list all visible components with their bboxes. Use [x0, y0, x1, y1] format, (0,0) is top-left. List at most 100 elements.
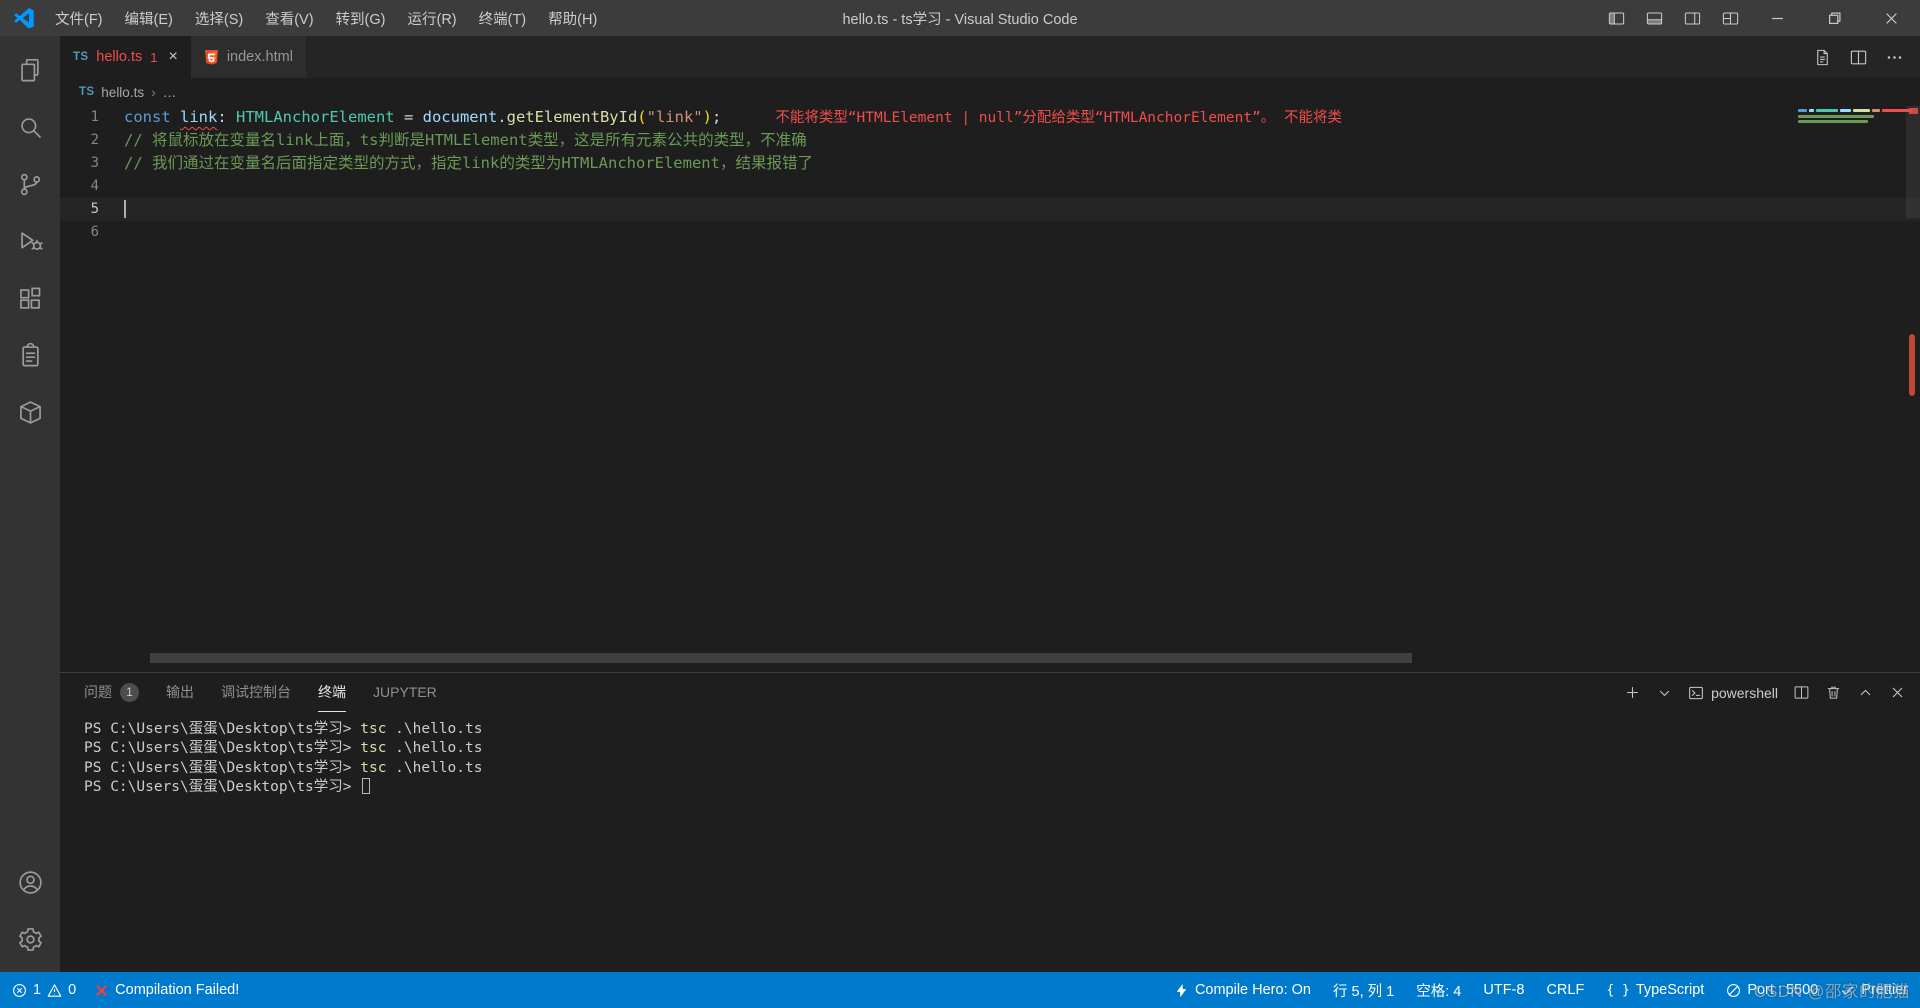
- menu-view[interactable]: 查看(V): [254, 0, 324, 36]
- account-icon: [18, 871, 42, 894]
- open-preview-icon[interactable]: [1813, 48, 1832, 67]
- terminal-toolbar: powershell: [1624, 673, 1906, 712]
- vertical-scrollbar[interactable]: [1906, 106, 1920, 218]
- terminal-icon: [1689, 686, 1703, 699]
- cursor-position[interactable]: 行 5, 列 1: [1333, 980, 1394, 1001]
- close-window-button[interactable]: [1863, 0, 1920, 36]
- prettier-status[interactable]: Prettier: [1840, 982, 1908, 998]
- activity-item-source-control[interactable]: [0, 156, 60, 213]
- live-server-port[interactable]: Port : 5500: [1726, 982, 1818, 998]
- activity-item-extensions[interactable]: [0, 270, 60, 327]
- line-number[interactable]: 3: [60, 152, 124, 175]
- menu-help[interactable]: 帮助(H): [537, 0, 608, 36]
- tab-hello-ts[interactable]: TS hello.ts 1 ×: [60, 36, 191, 78]
- indentation[interactable]: 空格: 4: [1416, 980, 1461, 1001]
- activity-item-package[interactable]: [0, 384, 60, 441]
- close-tab-icon[interactable]: ×: [168, 49, 177, 65]
- tab-error-badge: 1: [150, 49, 158, 65]
- extensions-icon: [19, 287, 40, 309]
- terminal-launch-dropdown-icon[interactable]: [1656, 684, 1673, 701]
- toggle-panel-icon[interactable]: [1635, 0, 1673, 36]
- activity-item-settings[interactable]: [0, 911, 60, 968]
- activity-item-search[interactable]: [0, 99, 60, 156]
- panel-tab-problems[interactable]: 问题 1: [84, 673, 139, 712]
- code-lines: 1 const link: HTMLAnchorElement = documen…: [60, 106, 1920, 244]
- minimap[interactable]: [1796, 106, 1912, 276]
- compilation-status[interactable]: Compilation Failed!: [94, 982, 239, 998]
- panel-tab-bar: 问题 1 输出 调试控制台 终端 JUPYTER powershell: [60, 673, 1920, 712]
- customize-layout-icon[interactable]: [1711, 0, 1749, 36]
- clipboard-icon: [21, 342, 39, 367]
- terminal-line: PS C:\Users\蛋蛋\Desktop\ts学习> tsc .\hello…: [84, 721, 483, 737]
- more-actions-icon[interactable]: [1885, 48, 1904, 67]
- code-line-4[interactable]: 4: [60, 175, 1920, 198]
- terminal-line: PS C:\Users\蛋蛋\Desktop\ts学习>: [84, 778, 1920, 797]
- panel-tab-terminal[interactable]: 终端: [318, 673, 346, 712]
- panel-tab-output[interactable]: 输出: [166, 673, 194, 712]
- maximize-panel-icon[interactable]: [1857, 684, 1874, 701]
- minimize-button[interactable]: [1749, 0, 1806, 36]
- problems-summary[interactable]: 1 0: [12, 982, 76, 998]
- breadcrumb-symbol[interactable]: …: [163, 85, 177, 100]
- line-number[interactable]: 6: [60, 221, 124, 244]
- horizontal-scrollbar[interactable]: [150, 653, 1412, 663]
- menu-selection[interactable]: 选择(S): [184, 0, 254, 36]
- panel-tab-jupyter[interactable]: JUPYTER: [373, 673, 437, 712]
- new-terminal-icon[interactable]: [1624, 684, 1641, 701]
- menu-bar: 文件(F) 编辑(E) 选择(S) 查看(V) 转到(G) 运行(R) 终端(T…: [44, 0, 608, 36]
- problems-count-badge: 1: [120, 682, 139, 702]
- split-terminal-icon[interactable]: [1793, 684, 1810, 701]
- line-number[interactable]: 4: [60, 175, 124, 198]
- line-number[interactable]: 2: [60, 129, 124, 152]
- menu-run[interactable]: 运行(R): [396, 0, 467, 36]
- typescript-file-icon: TS: [73, 51, 89, 63]
- toggle-sidebar-icon[interactable]: [1597, 0, 1635, 36]
- html-file-icon: [204, 50, 218, 65]
- line-content: // 我们通过在变量名后面指定类型的方式，指定link的类型为HTMLAncho…: [124, 154, 813, 172]
- line-number[interactable]: 1: [60, 106, 124, 129]
- editor-tab-bar: TS hello.ts 1 × index.html: [60, 36, 1920, 78]
- terminal-shell-picker[interactable]: powershell: [1688, 685, 1778, 701]
- menu-edit[interactable]: 编辑(E): [114, 0, 184, 36]
- toggle-secondary-sidebar-icon[interactable]: [1673, 0, 1711, 36]
- source-control-icon: [20, 173, 40, 196]
- activity-item-notes[interactable]: [0, 327, 60, 384]
- compile-hero-icon: [1176, 983, 1187, 997]
- panel-tab-debug-console[interactable]: 调试控制台: [221, 673, 291, 712]
- terminal-output[interactable]: PS C:\Users\蛋蛋\Desktop\ts学习> tsc .\hello…: [60, 712, 1920, 972]
- code-line-1[interactable]: 1 const link: HTMLAnchorElement = documen…: [60, 106, 1920, 129]
- code-line-2[interactable]: 2// 将鼠标放在变量名link上面，ts判断是HTMLElement类型，这是…: [60, 129, 1920, 152]
- line-content: const link: HTMLAnchorElement = document…: [124, 108, 1343, 126]
- compile-hero-status[interactable]: Compile Hero: On: [1174, 982, 1311, 998]
- restore-button[interactable]: [1806, 0, 1863, 36]
- tab-index-html[interactable]: index.html: [190, 36, 307, 78]
- kill-terminal-icon[interactable]: [1825, 684, 1842, 701]
- menu-go[interactable]: 转到(G): [325, 0, 397, 36]
- code-line-6[interactable]: 6: [60, 221, 1920, 244]
- breadcrumb-file[interactable]: hello.ts: [101, 85, 144, 100]
- run-debug-icon: [20, 232, 43, 250]
- code-editor[interactable]: 1 const link: HTMLAnchorElement = documen…: [60, 106, 1920, 672]
- tab-label: hello.ts: [96, 49, 143, 65]
- overview-ruler-mark: [1909, 334, 1915, 396]
- code-line-5[interactable]: 5: [60, 198, 1920, 221]
- overview-ruler-error-mark: [1909, 108, 1918, 114]
- activity-item-accounts[interactable]: [0, 854, 60, 911]
- activity-item-run-debug[interactable]: [0, 213, 60, 270]
- package-icon: [19, 401, 41, 424]
- split-editor-icon[interactable]: [1849, 48, 1868, 67]
- eol-sequence[interactable]: CRLF: [1546, 982, 1584, 998]
- terminal-line: PS C:\Users\蛋蛋\Desktop\ts学习> tsc .\hello…: [84, 759, 483, 776]
- code-line-3[interactable]: 3// 我们通过在变量名后面指定类型的方式，指定link的类型为HTMLAnch…: [60, 152, 1920, 175]
- vscode-logo-icon: [14, 8, 34, 28]
- language-mode[interactable]: { } TypeScript: [1606, 982, 1704, 998]
- line-number[interactable]: 5: [60, 198, 124, 221]
- close-panel-icon[interactable]: [1889, 684, 1906, 701]
- title-bar: 文件(F) 编辑(E) 选择(S) 查看(V) 转到(G) 运行(R) 终端(T…: [0, 0, 1920, 36]
- circle-slash-icon: [1727, 983, 1741, 997]
- menu-terminal[interactable]: 终端(T): [468, 0, 538, 36]
- menu-file[interactable]: 文件(F): [44, 0, 114, 36]
- encoding[interactable]: UTF-8: [1483, 982, 1524, 998]
- activity-item-explorer[interactable]: [0, 42, 60, 99]
- breadcrumb: TS hello.ts › …: [60, 78, 1920, 106]
